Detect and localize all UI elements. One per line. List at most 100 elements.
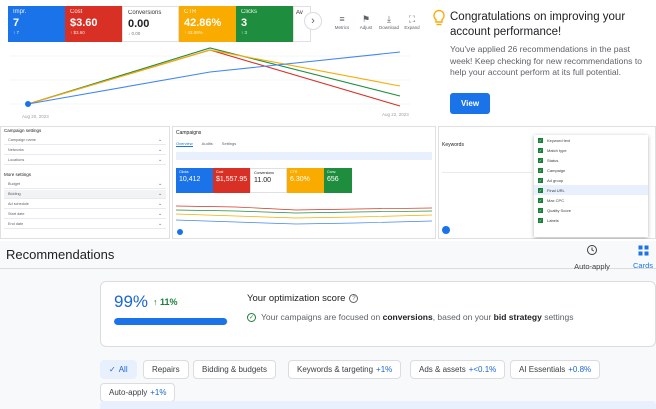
metric-value: 656 (327, 176, 339, 183)
column-option-label: Ad group (547, 177, 564, 183)
tab-settings[interactable]: Settings (222, 141, 236, 147)
recommendations-panel: Recommendations Auto-apply Cards 99% ↑ 1… (0, 241, 656, 409)
expand-tool[interactable]: ⛶ Expand (400, 14, 424, 30)
campaign-metric-cards: Clicks 10,412 Cost $1,557.95 Conversions… (176, 168, 352, 193)
check-circle-icon: ✓ (247, 312, 256, 322)
chip-bidding-budgets[interactable]: Bidding & budgets (193, 360, 276, 379)
settings-row[interactable]: Ad schedule ⌄ (4, 200, 166, 209)
column-option-label: Max CPC (547, 197, 565, 203)
column-option[interactable]: ✓ Final URL (534, 185, 648, 195)
optimization-score-card: 99% ↑ 11% Your optimization score ? ✓ Yo… (100, 281, 656, 347)
series-line-clicks (27, 47, 401, 105)
chip-label: Bidding & budgets (202, 365, 267, 374)
column-option-label: Final URL (547, 187, 565, 193)
chevron-down-icon: ⌄ (158, 221, 163, 227)
chip-ads-assets[interactable]: Ads & assets +<0.1% (410, 360, 506, 379)
score-delta: ↑ 11% (153, 297, 178, 307)
metrics-tool[interactable]: ≡ Metrics (330, 14, 354, 30)
metric-label: Conversions (128, 10, 162, 16)
download-icon: ⤓ (387, 14, 391, 24)
metric-label: CTR (290, 170, 298, 174)
tab-audits[interactable]: Audits (202, 141, 213, 147)
column-option[interactable]: ✓ Campaign (534, 165, 648, 175)
settings-row[interactable]: Bidding ⌄ (4, 190, 166, 199)
campaign-metric-card[interactable]: Clicks 10,412 (176, 168, 213, 193)
chip-repairs[interactable]: Repairs (143, 360, 189, 379)
download-tool[interactable]: ⤓ Download (377, 14, 401, 30)
help-icon[interactable]: ? (349, 294, 359, 303)
settings-key: Budget (8, 182, 21, 186)
chip-ai-essentials[interactable]: AI Essentials +0.8% (510, 360, 601, 379)
performance-dashboard-panel: Impr. 7 ↑ 7 Cost $3.60 ↑ $3.60 Conversio… (0, 0, 424, 124)
view-button[interactable]: View (450, 93, 490, 114)
settings-key: Start date (8, 212, 25, 216)
metric-value: 10,412 (179, 176, 201, 183)
column-option[interactable]: ✓ Labels (534, 215, 648, 225)
column-option[interactable]: ✓ Status (534, 155, 648, 165)
chevron-down-icon: ⌄ (158, 157, 163, 163)
chevron-down-icon: ⌄ (158, 147, 163, 153)
settings-row[interactable]: Networks ⌄ (4, 146, 166, 155)
campaigns-trend-chart (176, 205, 432, 235)
campaign-metric-card[interactable]: Conv. 656 (324, 168, 352, 193)
metric-card-ctr[interactable]: CTR 42.86% ↑ 42.86% (179, 6, 236, 42)
performance-line-chart (10, 47, 410, 107)
chip-label: Keywords & targeting (297, 365, 374, 374)
next-metrics-button[interactable]: › (304, 12, 322, 30)
grid-view-icon (638, 245, 648, 256)
add-button[interactable] (442, 226, 450, 234)
lightbulb-icon (433, 9, 445, 26)
settings-row[interactable]: Locations ⌄ (4, 156, 166, 165)
campaign-settings-panel: Campaign settings Campaign name ⌄ Network… (0, 126, 170, 239)
settings-row[interactable]: Campaign name ⌄ (4, 136, 166, 145)
cards-view-button[interactable]: Cards (630, 243, 656, 270)
checkbox-icon: ✓ (538, 187, 543, 193)
metric-label: Cost (70, 9, 83, 15)
chip-keywords-targeting[interactable]: Keywords & targeting +1% (288, 360, 402, 379)
chip-label: Repairs (152, 365, 180, 374)
metric-value: $3.60 (70, 17, 98, 29)
metric-label: CTR (184, 9, 197, 15)
more-settings-header: More settings (4, 172, 32, 177)
checkbox-icon: ✓ (538, 197, 543, 203)
series-line (176, 219, 432, 225)
settings-key: Locations (8, 158, 25, 162)
column-option[interactable]: ✓ Quality Score (534, 205, 648, 215)
settings-row[interactable]: Start date ⌄ (4, 210, 166, 219)
chip-auto-apply[interactable]: Auto-apply +1% (100, 383, 176, 402)
adjust-tool[interactable]: ⚑ Adjust (354, 14, 378, 30)
auto-apply-button[interactable]: Auto-apply (572, 243, 612, 271)
congratulations-body: You've applied 26 recommendations in the… (450, 44, 643, 77)
metric-delta: ↓ 0.00 (128, 31, 141, 36)
metric-card-conversions[interactable]: Conversions 0.00 ↓ 0.00 (122, 6, 179, 42)
settings-key: Networks (8, 148, 24, 152)
score-progress-fill (114, 318, 227, 325)
congratulations-title: Congratulations on improving your accoun… (450, 11, 626, 38)
checkbox-icon: ✓ (538, 177, 543, 183)
campaign-metric-card[interactable]: Conversions 11.00 (250, 168, 287, 193)
metric-value: 7 (13, 17, 20, 29)
metric-delta: ↑ 42.86% (184, 30, 203, 35)
metric-card-clicks[interactable]: Clicks 3 ↑ 3 (236, 6, 293, 42)
checkbox-icon: ✓ (538, 137, 543, 143)
tab-overview[interactable]: Overview (176, 141, 193, 147)
campaign-metric-card[interactable]: Cost $1,557.95 (213, 168, 250, 193)
metric-card-impressions[interactable]: Impr. 7 ↑ 7 (8, 6, 65, 42)
column-option[interactable]: ✓ Max CPC (534, 195, 648, 205)
settings-row[interactable]: Budget ⌄ (4, 180, 166, 189)
chevron-down-icon: ⌄ (158, 181, 163, 187)
settings-key: Ad schedule (8, 202, 29, 206)
column-option[interactable]: ✓ Match type (534, 145, 648, 155)
settings-row[interactable]: End date ⌄ (4, 220, 166, 229)
column-option[interactable]: ✓ Ad group (534, 175, 648, 185)
auto-apply-label: Auto-apply (574, 262, 610, 271)
metrics-icon: ≡ (339, 14, 345, 24)
column-option-label: Keyword text (547, 137, 571, 143)
campaign-metric-card[interactable]: CTR 6.30% (287, 168, 324, 193)
column-dropdown: ✓ Keyword text ✓ Match type ✓ Status ✓ Campa… (534, 135, 648, 237)
chart-point (25, 101, 31, 107)
metric-card-cost[interactable]: Cost $3.60 ↑ $3.60 (65, 6, 122, 42)
chevron-down-icon: ⌄ (158, 211, 163, 217)
column-option[interactable]: ✓ Keyword text (534, 135, 648, 145)
chip-all[interactable]: ✓ All (100, 360, 137, 379)
